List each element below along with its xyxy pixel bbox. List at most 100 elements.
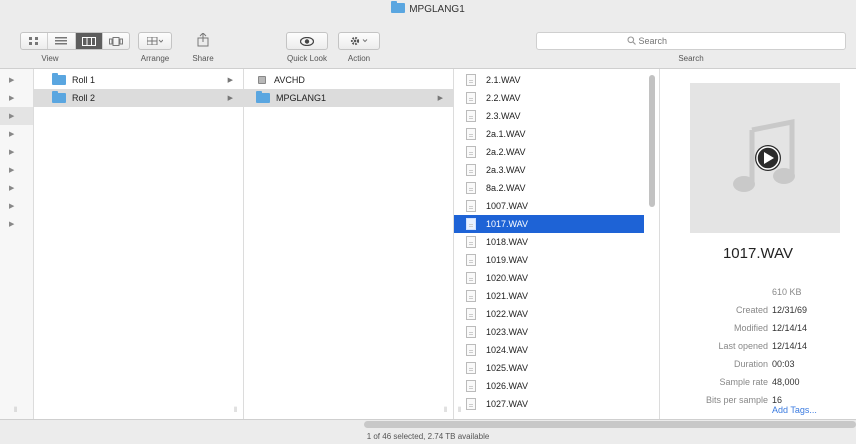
audio-file-icon xyxy=(466,146,476,158)
arrange-button[interactable] xyxy=(138,32,172,50)
file-row[interactable]: 2a.3.WAV xyxy=(454,161,644,179)
view-mode-segmented-control[interactable] xyxy=(20,32,130,50)
eye-icon xyxy=(300,36,314,46)
list-item-mpglang1[interactable]: MPGLANG1 ▶ xyxy=(244,89,453,107)
item-label: AVCHD xyxy=(274,75,305,85)
share-button[interactable] xyxy=(188,30,218,50)
file-name: 2a.1.WAV xyxy=(486,129,526,139)
file-row[interactable]: 2a.1.WAV xyxy=(454,125,644,143)
file-name: 2a.3.WAV xyxy=(486,165,526,175)
disclosure-triangle-icon[interactable]: ▶ xyxy=(9,94,14,102)
file-row[interactable]: 1026.WAV xyxy=(454,377,644,395)
file-name: 1026.WAV xyxy=(486,381,529,391)
disclosure-triangle-icon[interactable]: ▶ xyxy=(9,220,14,228)
action-button[interactable] xyxy=(338,32,380,50)
search-input[interactable] xyxy=(638,36,756,46)
file-row[interactable]: 8a.2.WAV xyxy=(454,179,644,197)
file-row[interactable]: 1021.WAV xyxy=(454,287,644,305)
file-name: 2a.2.WAV xyxy=(486,147,526,157)
list-view-button[interactable] xyxy=(48,33,76,49)
list-item-avchd[interactable]: AVCHD xyxy=(244,71,453,89)
file-row[interactable]: 1007.WAV xyxy=(454,197,644,215)
file-row[interactable]: 1020.WAV xyxy=(454,269,644,287)
audio-file-icon xyxy=(466,362,476,374)
file-name: 1019.WAV xyxy=(486,255,529,265)
file-row[interactable]: 2.2.WAV xyxy=(454,89,644,107)
add-tags-link[interactable]: Add Tags... xyxy=(772,405,817,415)
file-name: 2.1.WAV xyxy=(486,75,521,85)
disclosure-triangle-icon[interactable]: ▶ xyxy=(9,76,14,84)
cover-flow-view-button[interactable] xyxy=(103,33,129,49)
file-row[interactable]: 1018.WAV xyxy=(454,233,644,251)
file-row[interactable]: 2.1.WAV xyxy=(454,71,644,89)
column-resize-handle[interactable]: ⦀ xyxy=(444,407,447,415)
column-resize-handle[interactable]: ⦀ xyxy=(458,407,461,415)
file-row[interactable]: 1017.WAV xyxy=(454,215,644,233)
file-name: 1022.WAV xyxy=(486,309,529,319)
metadata-key: Bits per sample xyxy=(705,395,768,405)
metadata-value: 00:03 xyxy=(772,359,795,369)
window-title-text: MPGLANG1 xyxy=(409,4,465,15)
preview-pane: 1017.WAV 610 KB Created 12/31/69 Modified 1… xyxy=(660,69,856,419)
audio-file-icon xyxy=(466,398,476,410)
gear-icon xyxy=(350,36,368,46)
audio-file-icon xyxy=(466,290,476,302)
disclosure-triangle-icon[interactable]: ▶ xyxy=(9,202,14,210)
audio-file-icon xyxy=(466,74,476,86)
metadata-key: Created xyxy=(735,305,768,315)
file-row[interactable]: 2.3.WAV xyxy=(454,107,644,125)
item-label: Roll 1 xyxy=(72,75,96,85)
audio-file-icon xyxy=(466,236,476,248)
disclosure-triangle-icon[interactable]: ▶ xyxy=(9,112,14,120)
file-name: 1021.WAV xyxy=(486,291,529,301)
file-name: 1027.WAV xyxy=(486,399,529,409)
file-row[interactable]: 1027.WAV xyxy=(454,395,644,413)
search-field[interactable] xyxy=(536,32,846,50)
column-browser: ▶ ▶ ▶ ▶ ▶ ▶ ▶ ▶ ▶ ⦀ Roll 1 ▶ Roll 2 ▶ ⦀ … xyxy=(0,68,856,420)
disclosure-triangle-icon[interactable]: ▶ xyxy=(9,148,14,156)
audio-file-icon xyxy=(466,110,476,122)
audio-file-icon xyxy=(466,182,476,194)
column-resize-handle[interactable]: ⦀ xyxy=(14,407,17,415)
file-name: 1020.WAV xyxy=(486,273,529,283)
list-item-roll-1[interactable]: Roll 1 ▶ xyxy=(34,71,243,89)
file-name: 1017.WAV xyxy=(486,219,529,229)
file-row[interactable]: 1024.WAV xyxy=(454,341,644,359)
file-name: 2.3.WAV xyxy=(486,111,521,121)
column-view-button[interactable] xyxy=(75,33,103,49)
file-row[interactable]: 2a.2.WAV xyxy=(454,143,644,161)
audio-file-icon xyxy=(466,164,476,176)
disk-icon xyxy=(258,76,266,84)
folder-icon xyxy=(391,1,406,13)
list-view-icon xyxy=(55,37,68,45)
disclosure-triangle-icon[interactable]: ▶ xyxy=(9,184,14,192)
file-row[interactable]: 1025.WAV xyxy=(454,359,644,377)
audio-file-thumbnail[interactable] xyxy=(690,83,840,233)
column-3-files: 2.1.WAV 2.2.WAV 2.3.WAV 2a.1.WAV 2a.2.WAV 2a.… xyxy=(454,69,660,419)
metadata-value: 12/14/14 xyxy=(772,323,808,333)
horizontal-scrollbar[interactable] xyxy=(364,421,856,428)
quick-look-button[interactable] xyxy=(286,32,328,50)
audio-file-icon xyxy=(466,380,476,392)
vertical-scrollbar[interactable] xyxy=(649,75,655,207)
file-row[interactable]: 1023.WAV xyxy=(454,323,644,341)
metadata-value: 12/31/69 xyxy=(772,305,808,315)
icon-view-button[interactable] xyxy=(21,33,49,49)
column-resize-handle[interactable]: ⦀ xyxy=(234,407,237,415)
column-view-icon xyxy=(81,36,96,46)
audio-file-icon xyxy=(466,326,476,338)
audio-file-icon xyxy=(466,254,476,266)
chevron-right-icon: ▶ xyxy=(227,77,233,84)
audio-file-icon xyxy=(466,200,476,212)
icon-view-icon xyxy=(29,37,39,45)
column-1: Roll 1 ▶ Roll 2 ▶ ⦀ xyxy=(34,69,244,419)
list-item-roll-2[interactable]: Roll 2 ▶ xyxy=(34,89,243,107)
file-row[interactable]: 1022.WAV xyxy=(454,305,644,323)
cover-flow-icon xyxy=(108,36,123,46)
disclosure-triangle-icon[interactable]: ▶ xyxy=(9,166,14,174)
file-row[interactable]: 1019.WAV xyxy=(454,251,644,269)
metadata-value: 16 xyxy=(772,395,783,405)
disclosure-triangle-icon[interactable]: ▶ xyxy=(9,130,14,138)
audio-file-icon xyxy=(466,308,476,320)
view-label: View xyxy=(41,54,59,63)
